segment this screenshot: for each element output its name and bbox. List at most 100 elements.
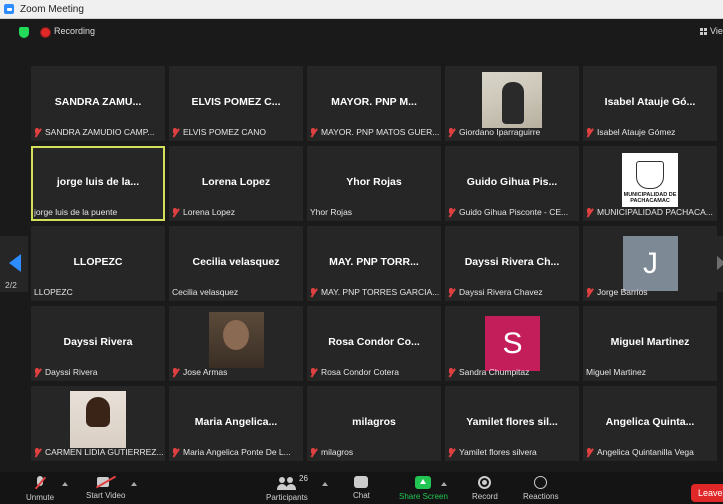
participant-label: MUNICIPALIDAD PACHACA...	[586, 206, 715, 218]
participant-label-text: Jose Armas	[183, 367, 228, 377]
reactions-icon	[534, 476, 548, 489]
participant-name: Yamilet flores sil...	[466, 416, 558, 428]
participant-name: Miguel Martinez	[610, 336, 690, 348]
participant-tile[interactable]: Rosa Condor Co... Rosa Condor Cotera	[307, 306, 441, 381]
participant-tile[interactable]: jorge luis de la... jorge luis de la puen…	[31, 146, 165, 221]
record-button[interactable]: Record	[472, 476, 498, 501]
participant-name: milagros	[352, 416, 396, 428]
participant-tile[interactable]: J Jorge Barrios	[583, 226, 717, 301]
participant-label: MAY. PNP TORRES GARCIA...	[310, 286, 439, 298]
participant-video	[70, 391, 126, 448]
participant-tile[interactable]: Jose Armas	[169, 306, 303, 381]
participant-label: Angelica Quintanilla Vega	[586, 446, 715, 458]
page-indicator: 2/2	[5, 280, 17, 290]
participant-name: MAYOR. PNP M...	[331, 96, 417, 108]
participant-tile[interactable]: Yamilet flores sil... Yamilet flores silv…	[445, 386, 579, 461]
audio-options-chevron-icon[interactable]	[62, 482, 68, 486]
participant-label: Cecilia velasquez	[172, 286, 301, 298]
start-video-button[interactable]: Start Video	[86, 476, 125, 500]
participant-label-text: ELVIS POMEZ CANO	[183, 127, 266, 137]
participant-name: Dayssi Rivera Ch...	[464, 256, 560, 268]
participant-label: Yhor Rojas	[310, 206, 439, 218]
participant-label-text: Isabel Atauje Gómez	[597, 127, 676, 137]
participant-label-text: Maria Angelica Ponte De L...	[183, 447, 291, 457]
participant-tile[interactable]: S Sandra Chumpitaz	[445, 306, 579, 381]
participant-label-text: MAYOR. PNP MATOS GUER...	[321, 127, 439, 137]
participant-tile[interactable]: MAY. PNP TORR... MAY. PNP TORRES GARCIA..…	[307, 226, 441, 301]
unmute-button[interactable]: Unmute	[26, 476, 54, 502]
microphone-muted-icon	[172, 207, 178, 217]
reactions-button[interactable]: Reactions	[523, 476, 559, 501]
share-screen-button[interactable]: Share Screen	[399, 476, 448, 501]
participant-tile[interactable]: Dayssi Rivera Ch... Dayssi Rivera Chavez	[445, 226, 579, 301]
view-button[interactable]: Vie	[700, 26, 723, 36]
avatar: S	[485, 316, 540, 371]
participant-tile[interactable]: Maria Angelica... Maria Angelica Ponte De…	[169, 386, 303, 461]
participant-tile[interactable]: Miguel Martinez Miguel Martinez	[583, 306, 717, 381]
participant-tile[interactable]: Cecilia velasquez Cecilia velasquez	[169, 226, 303, 301]
chat-button[interactable]: Chat	[353, 476, 370, 500]
microphone-muted-icon	[310, 127, 316, 137]
previous-page-button[interactable]: 2/2	[0, 236, 28, 292]
participant-label-text: Jorge Barrios	[597, 287, 648, 297]
participant-label-text: Dayssi Rivera Chavez	[459, 287, 543, 297]
participant-label-text: Guido Gihua Pisconte - CE...	[459, 207, 569, 217]
participant-tile[interactable]: Guido Gihua Pis... Guido Gihua Pisconte -…	[445, 146, 579, 221]
participant-tile[interactable]: MAYOR. PNP M... MAYOR. PNP MATOS GUER...	[307, 66, 441, 141]
participant-tile[interactable]: milagros milagros	[307, 386, 441, 461]
video-off-icon	[96, 476, 115, 488]
participant-tile[interactable]: Giordano Iparraguirre	[445, 66, 579, 141]
participant-label-text: Dayssi Rivera	[45, 367, 98, 377]
arrow-left-icon	[9, 254, 21, 272]
participant-tile[interactable]: SANDRA ZAMU... SANDRA ZAMUDIO CAMP...	[31, 66, 165, 141]
participant-tile[interactable]: Isabel Atauje Gó... Isabel Atauje Gómez	[583, 66, 717, 141]
participant-tile[interactable]: MUNICIPALIDAD DE PACHACAMAC MUNICIPALIDAD…	[583, 146, 717, 221]
municipality-logo: MUNICIPALIDAD DE PACHACAMAC	[622, 153, 678, 207]
participant-label: Yamilet flores silvera	[448, 446, 577, 458]
shield-icon[interactable]	[19, 27, 29, 38]
participants-icon	[276, 476, 297, 490]
microphone-muted-icon	[34, 367, 40, 377]
participant-label: milagros	[310, 446, 439, 458]
participant-label: Rosa Condor Cotera	[310, 366, 439, 378]
microphone-muted-icon	[172, 127, 178, 137]
participant-tile[interactable]: LLOPEZC LLOPEZC	[31, 226, 165, 301]
microphone-muted-icon	[586, 207, 592, 217]
grid-icon	[700, 27, 707, 35]
participant-tile[interactable]: Dayssi Rivera Dayssi Rivera	[31, 306, 165, 381]
participant-name: Dayssi Rivera	[63, 336, 133, 348]
participant-label: Dayssi Rivera Chavez	[448, 286, 577, 298]
participant-label: Miguel Martinez	[586, 366, 715, 378]
participant-name: LLOPEZC	[73, 256, 123, 268]
participants-options-chevron-icon[interactable]	[322, 482, 328, 486]
participant-tile[interactable]: CARMEN LIDIA GUTIERREZ...	[31, 386, 165, 461]
participant-video	[482, 72, 542, 128]
participant-name: Maria Angelica...	[194, 416, 278, 428]
participant-label-text: Rosa Condor Cotera	[321, 367, 399, 377]
participant-label: jorge luis de la puente	[34, 206, 163, 218]
participant-label: SANDRA ZAMUDIO CAMP...	[34, 126, 163, 138]
participant-label: Giordano Iparraguirre	[448, 126, 577, 138]
zoom-app-icon	[4, 4, 14, 14]
participant-label: ELVIS POMEZ CANO	[172, 126, 301, 138]
participant-label: Maria Angelica Ponte De L...	[172, 446, 301, 458]
participant-label-text: Giordano Iparraguirre	[459, 127, 541, 137]
participant-tile[interactable]: Yhor Rojas Yhor Rojas	[307, 146, 441, 221]
participant-label-text: MAY. PNP TORRES GARCIA...	[321, 287, 439, 297]
video-options-chevron-icon[interactable]	[131, 482, 137, 486]
share-options-chevron-icon[interactable]	[441, 482, 447, 486]
participant-tile[interactable]: Lorena Lopez Lorena Lopez	[169, 146, 303, 221]
microphone-muted-icon	[34, 447, 40, 457]
participant-label: MAYOR. PNP MATOS GUER...	[310, 126, 439, 138]
leave-button[interactable]: Leave	[691, 484, 723, 502]
microphone-muted-icon	[586, 287, 592, 297]
participant-tile[interactable]: ELVIS POMEZ C... ELVIS POMEZ CANO	[169, 66, 303, 141]
record-icon	[478, 476, 492, 489]
avatar: J	[623, 236, 678, 291]
start-video-label: Start Video	[86, 491, 126, 500]
view-label: Vie	[710, 26, 723, 36]
microphone-muted-icon	[448, 287, 454, 297]
participant-name: ELVIS POMEZ C...	[191, 96, 281, 108]
participants-label: Participants	[266, 493, 308, 502]
participant-tile[interactable]: Angelica Quinta... Angelica Quintanilla V…	[583, 386, 717, 461]
